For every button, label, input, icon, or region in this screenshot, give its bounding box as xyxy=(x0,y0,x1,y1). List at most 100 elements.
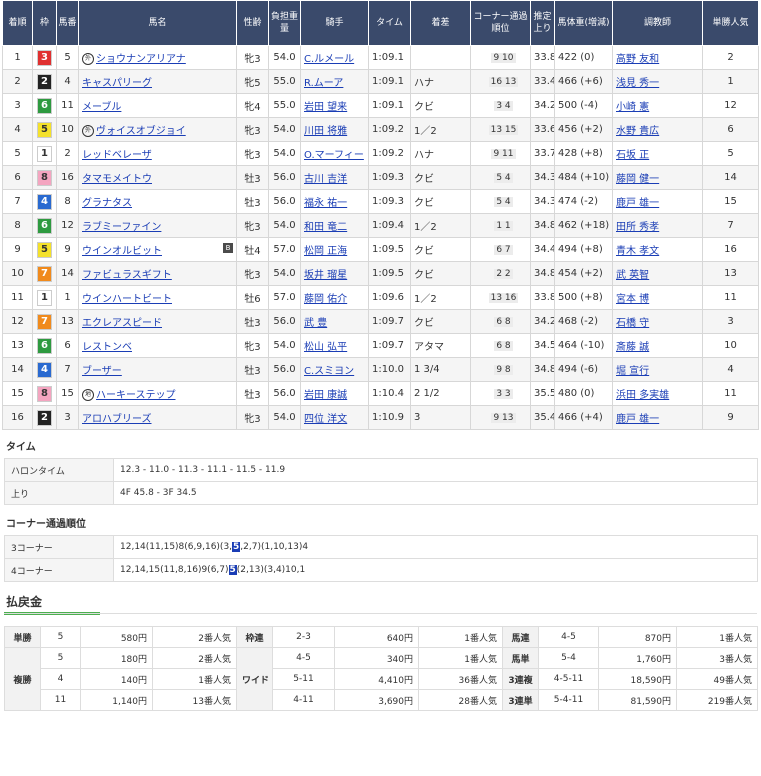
jockey-link[interactable]: 和田 竜二 xyxy=(304,222,347,233)
umaren-num: 4-5 xyxy=(538,626,599,648)
time-section-title: タイム xyxy=(6,442,36,453)
horse-name-link[interactable]: ブーザー xyxy=(82,366,122,377)
umaban: 16 xyxy=(56,165,79,190)
umaban: 14 xyxy=(56,261,79,286)
horse-name-link[interactable]: ショウナンアリアナ xyxy=(96,54,186,65)
trainer-link[interactable]: 藤岡 健一 xyxy=(616,174,659,185)
horse-name-link[interactable]: ウインハートビート xyxy=(82,294,172,305)
tansho-num: 5 xyxy=(40,626,81,648)
horse-name-link[interactable]: エクレアスピード xyxy=(82,318,162,329)
horse-name-link[interactable]: メーブル xyxy=(82,102,121,113)
trainer-link[interactable]: 高野 友和 xyxy=(616,54,659,65)
sanrenpuku-pop: 49番人気 xyxy=(676,668,758,690)
trainer-link[interactable]: 斎藤 誠 xyxy=(616,342,649,353)
waku-badge: 4 xyxy=(37,361,52,378)
horse-name-link[interactable]: ハーキーステップ xyxy=(96,390,176,401)
horse-name-link[interactable]: グラナタス xyxy=(82,198,132,209)
trainer-link[interactable]: 鹿戸 雄一 xyxy=(616,414,659,425)
jockey-link[interactable]: 武 豊 xyxy=(304,318,327,329)
corner-positions: 9 10 xyxy=(491,53,516,63)
header-trainer: 調教師 xyxy=(612,0,703,46)
jockey-link[interactable]: 岩田 康誠 xyxy=(304,390,347,401)
corner-cell: 5 4 xyxy=(470,189,531,214)
last-3f: 34.3 xyxy=(530,189,555,214)
last-3f: 34.8 xyxy=(530,357,555,382)
jockey-link[interactable]: 坂井 瑠星 xyxy=(304,270,347,281)
trainer-link[interactable]: 武 英智 xyxy=(616,270,649,281)
jockey-link[interactable]: C.スミヨン xyxy=(304,366,354,377)
margin: クビ xyxy=(410,261,471,286)
jockey-link[interactable]: 古川 吉洋 xyxy=(304,174,347,185)
corner3-post: ,2,7)(1,10,13)4 xyxy=(240,542,309,552)
last-3f: 34.3 xyxy=(530,165,555,190)
result-row: 7 4 8 グラナタス 牡3 56.0 福永 祐一 1:09.3 クビ 5 4 … xyxy=(2,189,759,214)
agari-row: 上り 4F 45.8 - 3F 34.5 xyxy=(4,481,758,505)
horse-name-link[interactable]: キャスパリーグ xyxy=(82,78,152,89)
sanrenpuku-label: 3連複 xyxy=(502,668,539,690)
horse-name-link[interactable]: レストンベ xyxy=(82,342,132,353)
horse-name-link[interactable]: ファビュラスギフト xyxy=(82,270,172,281)
trainer-link[interactable]: 堀 宣行 xyxy=(616,366,649,377)
rank: 5 xyxy=(2,141,33,166)
jockey-link[interactable]: 松岡 正海 xyxy=(304,246,347,257)
jockey-link[interactable]: C.ルメール xyxy=(304,54,354,65)
corner-positions: 6 8 xyxy=(494,317,513,327)
jockey-cell: 坂井 瑠星 xyxy=(300,261,369,286)
trainer-link[interactable]: 浅見 秀一 xyxy=(616,78,659,89)
trainer-link[interactable]: 石坂 正 xyxy=(616,150,649,161)
rank: 11 xyxy=(2,285,33,310)
trainer-cell: 小崎 憲 xyxy=(612,93,703,118)
trainer-cell: 石橋 守 xyxy=(612,309,703,334)
jockey-link[interactable]: O.マーフィー xyxy=(304,150,364,161)
horse-name-link[interactable]: レッドベレーザ xyxy=(82,150,152,161)
waku-cell: 2 xyxy=(32,69,57,94)
horse-name-link[interactable]: ヴォイスオブジョイ xyxy=(96,126,186,137)
jockey-link[interactable]: 藤岡 佑介 xyxy=(304,294,347,305)
trainer-link[interactable]: 田所 秀孝 xyxy=(616,222,659,233)
trainer-link[interactable]: 浜田 多実雄 xyxy=(616,390,669,401)
trainer-link[interactable]: 石橋 守 xyxy=(616,318,649,329)
jockey-link[interactable]: 岩田 望来 xyxy=(304,102,347,113)
margin: 1／2 xyxy=(410,285,471,310)
horse-name-link[interactable]: アロハブリーズ xyxy=(82,414,152,425)
trainer-link[interactable]: 鹿戸 雄一 xyxy=(616,198,659,209)
waku-badge: 5 xyxy=(37,121,52,138)
trainer-cell: 浅見 秀一 xyxy=(612,69,703,94)
waku-cell: 5 xyxy=(32,117,57,142)
umaren-pop: 1番人気 xyxy=(676,626,758,648)
blinker-icon: B xyxy=(223,243,233,253)
corner-positions: 9 8 xyxy=(494,365,513,375)
finish-time: 1:09.6 xyxy=(368,285,411,310)
popularity: 16 xyxy=(702,237,759,262)
trainer-link[interactable]: 青木 孝文 xyxy=(616,246,659,257)
jockey-link[interactable]: R.ムーア xyxy=(304,78,343,89)
jockey-link[interactable]: 四位 洋文 xyxy=(304,414,347,425)
margin: ハナ xyxy=(410,69,471,94)
jockey-link[interactable]: 松山 弘平 xyxy=(304,342,347,353)
horse-name-link[interactable]: ウインオルビット xyxy=(82,246,162,257)
horse-name-link[interactable]: タマモメイトウ xyxy=(82,174,152,185)
popularity: 11 xyxy=(702,285,759,310)
jockey-link[interactable]: 福永 祐一 xyxy=(304,198,347,209)
trainer-link[interactable]: 水野 貴広 xyxy=(616,126,659,137)
result-row: 15 8 15 地ハーキーステップ 牡3 56.0 岩田 康誠 1:10.4 2… xyxy=(2,381,759,406)
umaban: 9 xyxy=(56,237,79,262)
wide-amount-1: 340円 xyxy=(334,647,419,669)
horse-name-cell: レッドベレーザ xyxy=(78,141,237,166)
trainer-link[interactable]: 小崎 憲 xyxy=(616,102,649,113)
wide-pop-2: 36番人気 xyxy=(418,668,503,690)
trainer-cell: 藤岡 健一 xyxy=(612,165,703,190)
furlong-value: 12.3 - 11.0 - 11.3 - 11.1 - 11.5 - 11.9 xyxy=(113,458,758,482)
popularity: 10 xyxy=(702,333,759,358)
result-row: 2 2 4 キャスパリーグ 牝5 55.0 R.ムーア 1:09.1 ハナ 16… xyxy=(2,69,759,94)
sex-age: 牝5 xyxy=(236,69,269,94)
horse-name-cell: キャスパリーグ xyxy=(78,69,237,94)
result-row: 5 1 2 レッドベレーザ 牝3 54.0 O.マーフィー 1:09.2 ハナ … xyxy=(2,141,759,166)
sex-age: 牝3 xyxy=(236,261,269,286)
popularity: 13 xyxy=(702,261,759,286)
body-weight: 484 (+10) xyxy=(554,165,613,190)
horse-name-link[interactable]: ラブミーファイン xyxy=(82,222,161,233)
trainer-link[interactable]: 宮本 博 xyxy=(616,294,649,305)
jockey-link[interactable]: 川田 将雅 xyxy=(304,126,347,137)
margin: 1／2 xyxy=(410,117,471,142)
